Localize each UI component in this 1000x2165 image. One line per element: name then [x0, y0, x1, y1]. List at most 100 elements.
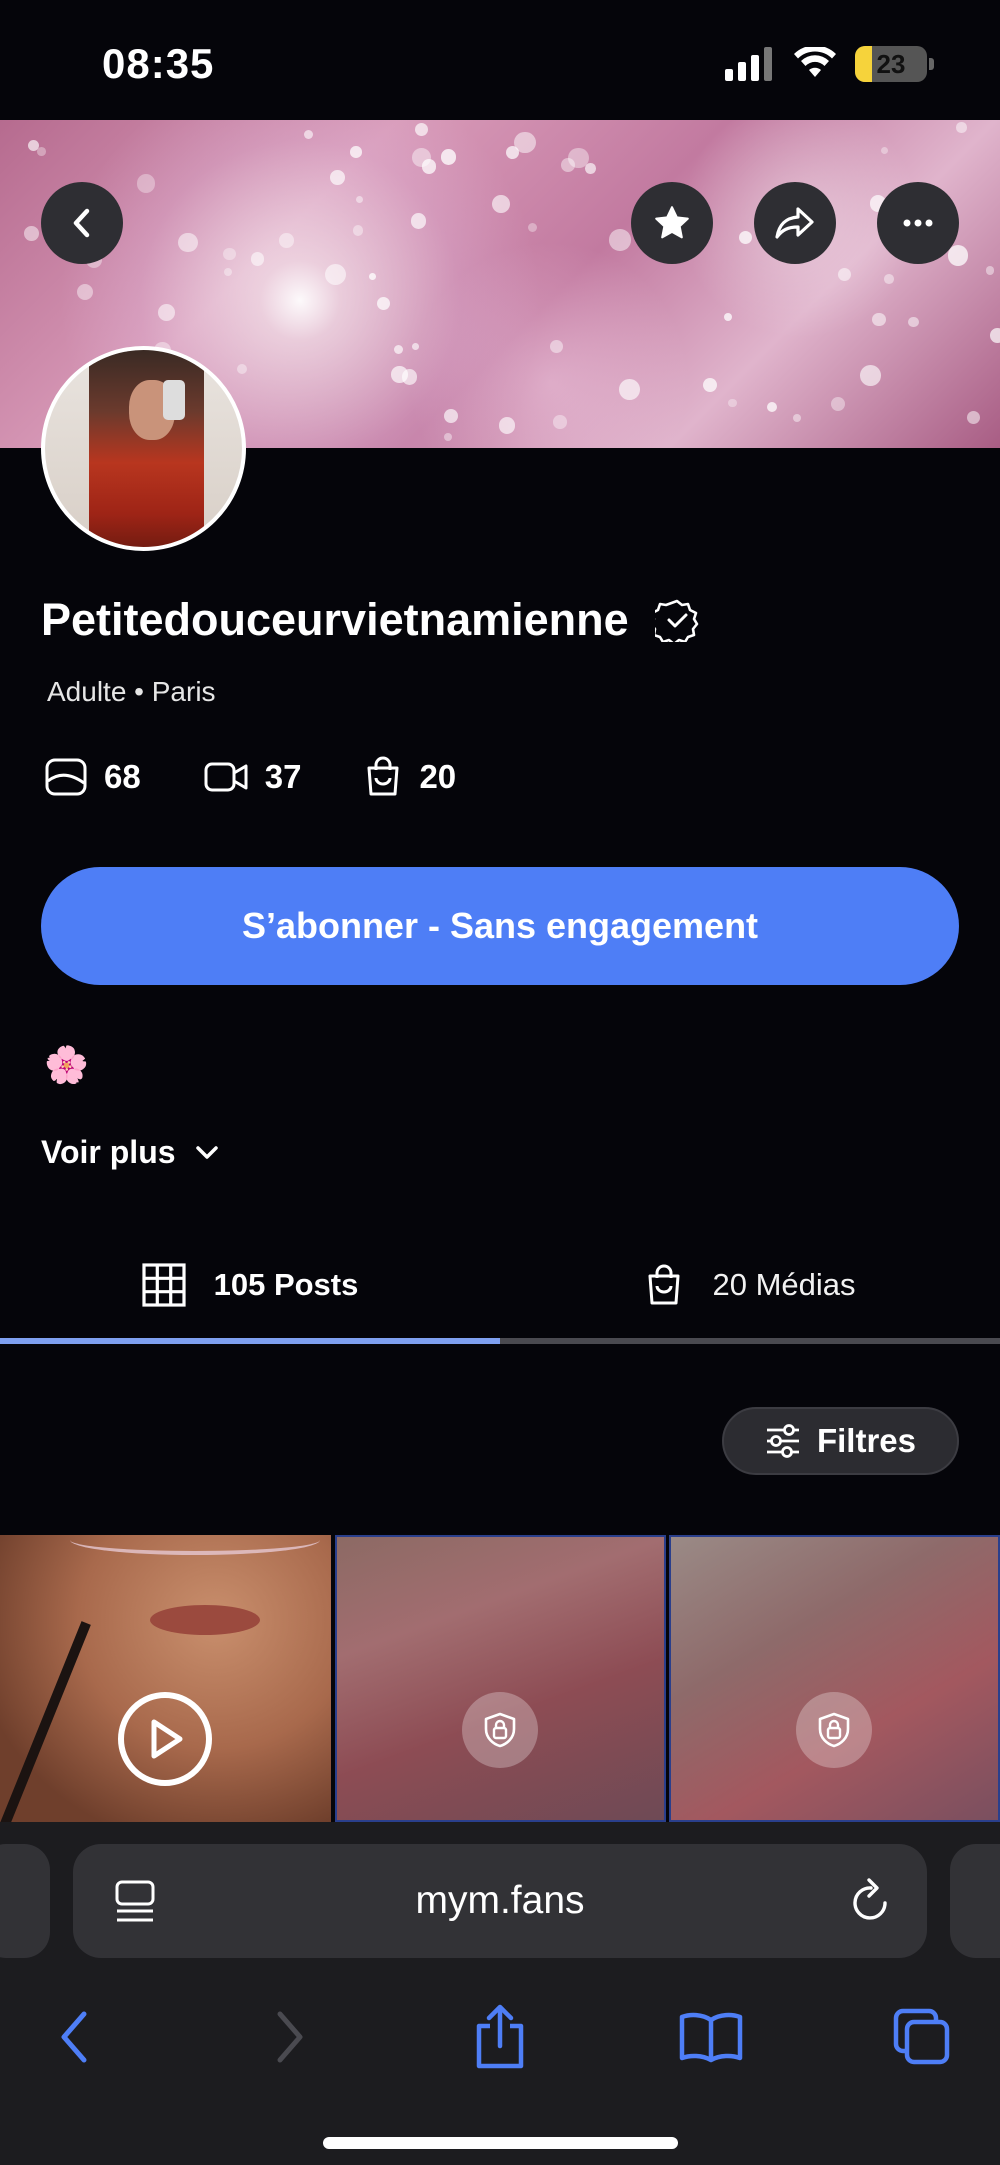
tab-posts-label: 105 Posts [213, 1267, 359, 1302]
banner-sparkle [355, 195, 363, 203]
signal-icon [725, 47, 772, 81]
banner-sparkle [830, 396, 846, 412]
post-thumbnail-locked[interactable] [335, 1535, 666, 1822]
tabs-button[interactable] [872, 1987, 972, 2087]
banner-sparkle [738, 230, 753, 244]
banner-sparkle [377, 297, 391, 311]
banner-sparkle [514, 131, 536, 153]
bag-icon [367, 756, 399, 796]
tab-medias[interactable]: 20 Médias [500, 1230, 1000, 1340]
more-options-button[interactable] [877, 182, 959, 264]
banner-sparkle [907, 316, 919, 328]
banner-sparkle [350, 146, 362, 158]
tab-medias-label: 20 Médias [712, 1267, 856, 1302]
banner-sparkle [585, 163, 596, 174]
chevron-down-icon [195, 1145, 218, 1159]
bio-text: 🌸 [44, 1044, 89, 1085]
banner-sparkle [178, 232, 198, 253]
bag-icon [648, 1264, 680, 1305]
voir-plus-button[interactable]: Voir plus [41, 1134, 220, 1171]
profile-name-row: Petitedouceurvietnamienne [41, 594, 699, 646]
banner-sparkle [860, 365, 882, 386]
banner-sparkle [369, 273, 376, 280]
previous-tab-preview[interactable] [0, 1844, 50, 1958]
back-arrow-icon [61, 2011, 87, 2063]
banner-sparkle [27, 139, 39, 152]
banner-sparkle [76, 283, 94, 301]
banner-sparkle [136, 173, 156, 193]
battery-indicator: 23 [855, 46, 927, 82]
share-button[interactable] [754, 182, 836, 264]
banner-sparkle [250, 251, 265, 266]
banner-sparkle [728, 399, 737, 408]
stat-videos: 37 [203, 758, 302, 796]
play-icon [118, 1692, 212, 1786]
banner-sparkle [304, 129, 313, 139]
share-icon [476, 2004, 524, 2069]
verified-badge-icon [654, 599, 698, 642]
subscribe-button[interactable]: S’abonner - Sans engagement [41, 867, 959, 985]
banner-sparkle [553, 415, 567, 429]
grid-icon [142, 1263, 186, 1307]
stat-medias-value: 20 [419, 758, 457, 795]
stat-photos-value: 68 [104, 758, 141, 795]
banner-sparkle [352, 225, 364, 236]
status-time: 08:35 [102, 40, 215, 87]
post-thumbnail-locked[interactable] [669, 1535, 1000, 1822]
banner-sparkle [723, 312, 733, 322]
banner-sparkle [414, 122, 429, 137]
banner-sparkle [956, 122, 967, 133]
address-bar[interactable]: mym.fans [73, 1844, 927, 1958]
banner-sparkle [324, 263, 347, 286]
banner-sparkle [157, 303, 175, 321]
home-indicator [323, 2137, 678, 2149]
favorite-button[interactable] [631, 182, 713, 264]
banner-sparkle [410, 213, 427, 229]
battery-level: 23 [876, 48, 906, 79]
profile-avatar[interactable] [41, 346, 246, 551]
profile-name: Petitedouceurvietnamienne [41, 594, 629, 645]
lock-icon [462, 1692, 538, 1768]
banner-sparkle [412, 343, 419, 351]
content-tabs: 105 Posts 20 Médias [0, 1230, 1000, 1345]
stat-medias: 20 [363, 756, 456, 798]
banner-sparkle [236, 363, 247, 374]
share-arrow-icon [775, 207, 814, 239]
back-nav-button[interactable] [24, 1987, 124, 2087]
reload-icon[interactable] [849, 1877, 893, 1925]
browser-toolbar [0, 1987, 1000, 2097]
share-page-button[interactable] [450, 1987, 550, 2087]
video-icon [204, 762, 248, 792]
wifi-icon [794, 47, 836, 77]
posts-grid [0, 1535, 1000, 1822]
bookmarks-button[interactable] [661, 1987, 761, 2087]
banner-sparkle [884, 274, 894, 285]
status-icons: 23 [725, 46, 934, 82]
profile-stats: 68 37 20 [44, 756, 456, 798]
banner-sparkle [967, 410, 981, 424]
browser-chrome: mym.fans [0, 1822, 1000, 2165]
banner-sparkle [609, 229, 631, 251]
banner-sparkle [412, 148, 431, 168]
back-button[interactable] [41, 182, 123, 264]
tab-posts[interactable]: 105 Posts [0, 1230, 500, 1340]
status-bar: 08:35 23 [0, 0, 1000, 120]
banner-sparkle [37, 146, 47, 156]
forward-nav-button[interactable] [240, 1987, 340, 2087]
banner-sparkle [391, 366, 408, 383]
voir-plus-label: Voir plus [41, 1134, 176, 1170]
banner-sparkle [279, 233, 294, 248]
post-thumbnail-video[interactable] [0, 1535, 331, 1822]
url-text: mym.fans [415, 1879, 585, 1922]
profile-subtitle: Adulte • Paris [47, 676, 216, 707]
next-tab-preview[interactable] [950, 1844, 1000, 1958]
book-icon [679, 2012, 743, 2063]
banner-sparkle [444, 433, 453, 442]
banner-sparkle [330, 170, 346, 186]
star-icon [655, 206, 689, 239]
more-dots-icon [903, 219, 933, 227]
filters-button[interactable]: Filtres [722, 1407, 959, 1475]
banner-sparkle [492, 195, 510, 214]
stat-videos-value: 37 [264, 758, 302, 795]
stat-photos: 68 [44, 757, 141, 797]
